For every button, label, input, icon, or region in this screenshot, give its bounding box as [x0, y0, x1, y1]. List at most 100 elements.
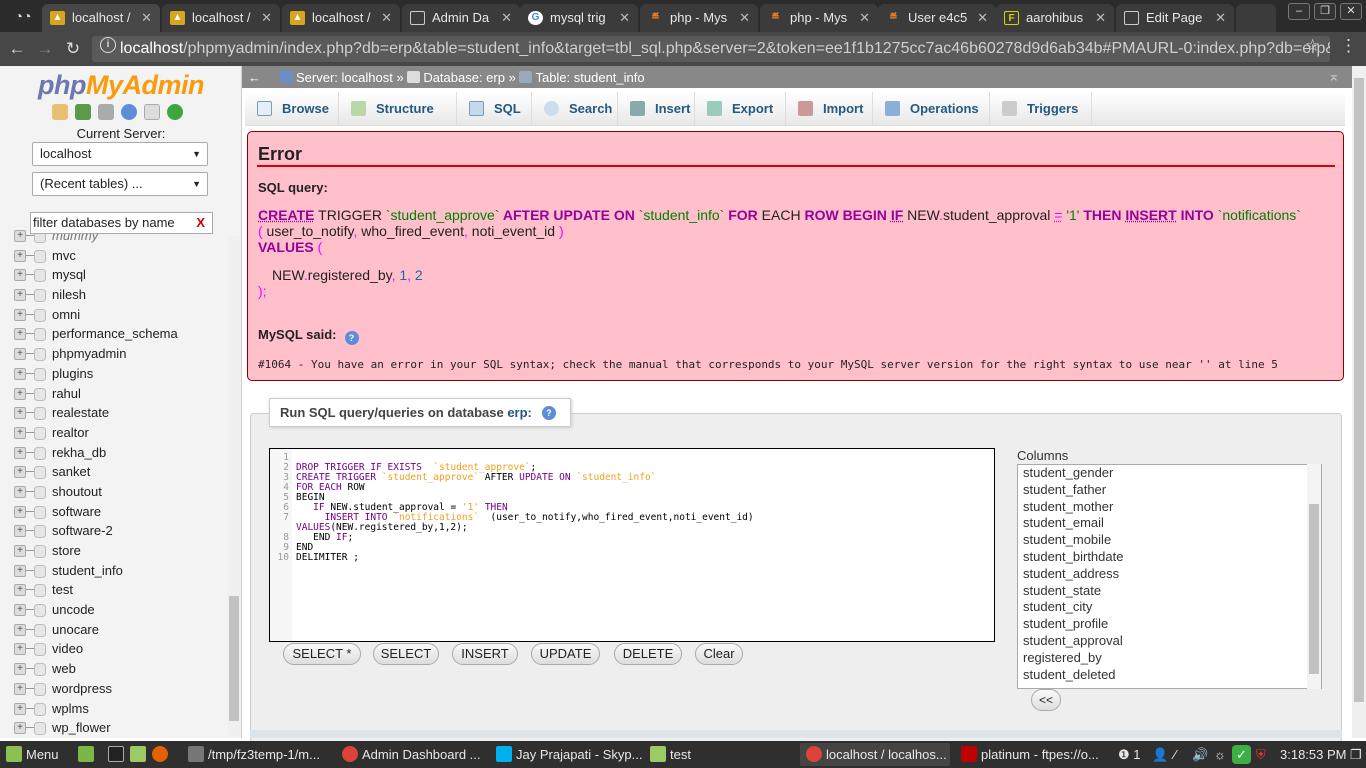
nav-scrollbar[interactable] — [228, 236, 240, 736]
clear-filter-icon[interactable]: X — [196, 213, 205, 233]
expand-icon[interactable]: + — [14, 584, 26, 597]
reload-icon[interactable]: ↻ — [62, 38, 84, 60]
database-item[interactable]: + sanket — [0, 462, 230, 482]
browser-tab[interactable]: ▲ localhost / ✕ — [42, 4, 160, 32]
taskbar-item[interactable]: /tmp/fz3temp-1/m... — [182, 743, 332, 766]
database-item[interactable]: + plugins — [0, 364, 230, 384]
expand-icon[interactable]: + — [14, 663, 26, 676]
server-select[interactable]: localhost ▼ — [32, 142, 208, 166]
sql-token[interactable]: CREATE — [258, 207, 315, 223]
database-item[interactable]: + shoutout — [0, 482, 230, 502]
tab-search[interactable]: Search — [532, 92, 618, 125]
sql-code[interactable]: DROP TRIGGER IF EXISTS `student_approve`… — [296, 453, 754, 563]
expand-icon[interactable]: + — [14, 623, 26, 636]
query-window-icon[interactable] — [98, 104, 114, 120]
taskbar-item[interactable]: Admin Dashboard ... — [336, 743, 486, 766]
bookmark-star-icon[interactable]: ☆ — [1305, 36, 1320, 56]
workspace-icon[interactable]: ❐ — [1350, 741, 1362, 768]
database-link[interactable]: erp: — [507, 405, 532, 420]
expand-icon[interactable]: + — [14, 426, 26, 439]
restore-button[interactable]: ❐ — [1314, 3, 1336, 20]
expand-icon[interactable]: + — [14, 308, 26, 321]
tab-browse[interactable]: Browse — [245, 92, 339, 125]
expand-icon[interactable]: + — [14, 407, 26, 420]
browser-tab[interactable]: Edit Page ✕ — [1116, 4, 1234, 32]
network-icon[interactable]: ⁄ — [1174, 741, 1176, 768]
expand-icon[interactable]: + — [14, 505, 26, 518]
expand-icon[interactable]: + — [14, 387, 26, 400]
database-item[interactable]: + nilesh — [0, 285, 230, 305]
column-option[interactable]: student_mother — [1018, 499, 1321, 516]
browser-tab[interactable]: Admin Da ✕ — [402, 4, 520, 32]
close-tab-icon[interactable]: ✕ — [501, 4, 512, 32]
database-item[interactable]: + uncode — [0, 600, 230, 620]
close-tab-icon[interactable]: ✕ — [1095, 4, 1106, 32]
browser-tab[interactable]: ▲ localhost / ✕ — [162, 4, 280, 32]
database-item[interactable]: + rekha_db — [0, 443, 230, 463]
taskbar-item[interactable]: localhost / localhos... — [800, 743, 950, 766]
back-arrow-icon[interactable]: ← — [6, 38, 28, 60]
column-option[interactable]: student_mobile — [1018, 532, 1321, 549]
help-icon[interactable] — [121, 104, 137, 120]
sql-editor[interactable]: 1 2 3 4 5 6 7 8 9 10 DROP TRIGGER IF EXI… — [269, 448, 995, 642]
expand-icon[interactable]: + — [14, 328, 26, 341]
user-icon[interactable]: 👤 — [1152, 741, 1168, 768]
expand-icon[interactable]: + — [14, 604, 26, 617]
breadcrumb-table[interactable]: Table: student_info — [535, 70, 644, 85]
database-item[interactable]: + test — [0, 580, 230, 600]
update-button[interactable]: UPDATE — [531, 643, 600, 665]
taskbar-item[interactable]: platinum - ftpes://o... — [955, 743, 1105, 766]
help-icon[interactable]: ? — [344, 331, 359, 345]
browser-tab[interactable]: ≝ php - Mys ✕ — [760, 4, 878, 32]
expand-icon[interactable]: + — [14, 643, 26, 656]
volume-icon[interactable]: 🔊 — [1192, 741, 1208, 768]
browser-tab[interactable]: ▲ localhost / ✕ — [282, 4, 400, 32]
filter-databases-input[interactable]: filter databases by name X — [30, 212, 213, 234]
expand-icon[interactable]: + — [14, 367, 26, 380]
close-tab-icon[interactable]: ✕ — [739, 4, 750, 32]
nav-scrollbar-thumb[interactable] — [229, 596, 239, 721]
columns-list[interactable]: student_gender student_father student_moth… — [1017, 464, 1322, 689]
close-tab-icon[interactable]: ✕ — [141, 4, 152, 32]
column-option[interactable]: student_email — [1018, 515, 1321, 532]
scroll-to-top-icon[interactable]: ⌅ — [1328, 68, 1340, 85]
main-scrollbar-thumb[interactable] — [1354, 78, 1364, 702]
tab-operations[interactable]: Operations — [873, 92, 990, 125]
tab-triggers[interactable]: Triggers — [990, 92, 1092, 125]
browser-tab[interactable]: ≝ php - Mys ✕ — [640, 4, 758, 32]
columns-scrollbar-thumb[interactable] — [1309, 504, 1319, 674]
browser-tab[interactable]: G mysql trig ✕ — [520, 4, 638, 32]
sql-token[interactable]: IF — [891, 207, 903, 223]
database-item[interactable]: + wordpress — [0, 679, 230, 699]
database-item[interactable]: + omni — [0, 305, 230, 325]
delete-button[interactable]: DELETE — [614, 643, 682, 665]
database-item[interactable]: + mvc — [0, 246, 230, 266]
main-scrollbar[interactable] — [1352, 66, 1366, 738]
column-option[interactable]: student_gender — [1018, 465, 1321, 482]
column-option[interactable]: student_approval — [1018, 633, 1321, 650]
expand-icon[interactable]: + — [14, 545, 26, 557]
expand-icon[interactable]: + — [14, 348, 26, 361]
tab-sql[interactable]: SQL — [457, 92, 532, 125]
column-option[interactable]: student_birthdate — [1018, 549, 1321, 566]
close-tab-icon[interactable]: ✕ — [381, 4, 392, 32]
tab-structure[interactable]: Structure — [339, 92, 457, 125]
column-option[interactable]: student_address — [1018, 566, 1321, 583]
info-icon[interactable]: i — [100, 37, 116, 53]
column-option[interactable]: student_profile — [1018, 616, 1321, 633]
browser-tab[interactable]: F aarohibus ✕ — [996, 4, 1114, 32]
insert-column-button[interactable]: << — [1031, 689, 1061, 711]
url-input[interactable]: localhost/phpmyadmin/index.php?db=erp&ta… — [92, 36, 1330, 62]
close-tab-icon[interactable]: ✕ — [261, 4, 272, 32]
database-item[interactable]: + phpmyadmin — [0, 344, 230, 364]
database-item[interactable]: + software-2 — [0, 521, 230, 541]
minimize-button[interactable]: – — [1288, 3, 1310, 20]
files-launcher[interactable] — [130, 741, 150, 768]
breadcrumb-server[interactable]: Server: localhost — [296, 70, 393, 85]
database-item[interactable]: + realestate — [0, 403, 230, 423]
expand-icon[interactable]: + — [14, 702, 26, 715]
breadcrumb-database[interactable]: Database: erp — [423, 70, 505, 85]
forward-arrow-icon[interactable]: → — [34, 38, 56, 60]
database-item[interactable]: + software — [0, 502, 230, 522]
tab-insert[interactable]: Insert — [618, 92, 695, 125]
